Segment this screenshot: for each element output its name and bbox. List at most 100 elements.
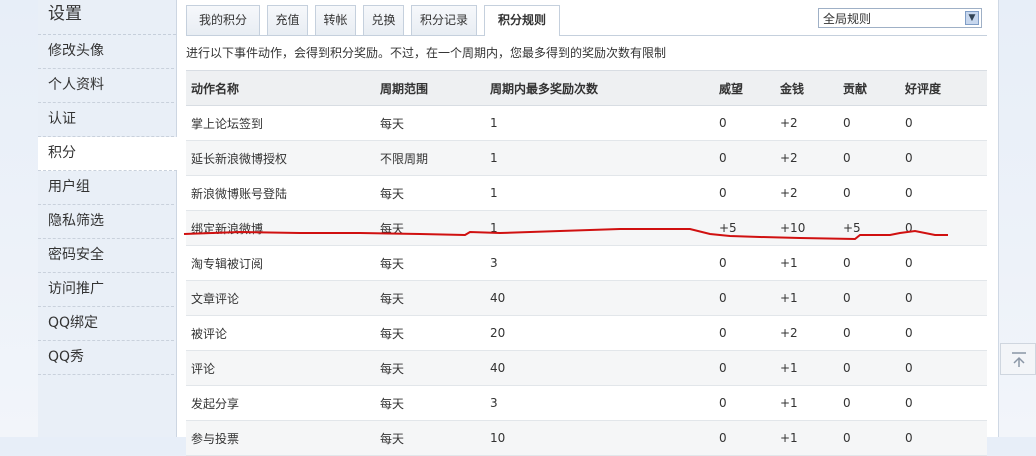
table-cell: +1 bbox=[775, 280, 838, 316]
table-cell: 文章评论 bbox=[186, 280, 375, 316]
table-cell: 0 bbox=[900, 280, 987, 316]
sidebar-item[interactable]: 用户组 bbox=[38, 171, 174, 205]
table-cell: 淘专辑被订阅 bbox=[186, 245, 375, 281]
table-cell: 0 bbox=[838, 245, 900, 281]
sidebar-item[interactable]: 认证 bbox=[38, 103, 174, 137]
table-cell: +1 bbox=[775, 350, 838, 386]
sidebar: 设置 修改头像 个人资料 认证 积分 用户组 隐私筛选 密码安全 访问推广 QQ绑定 QQ秀 bbox=[38, 0, 177, 437]
sidebar-item[interactable]: 积分 bbox=[38, 137, 177, 171]
table-cell: 0 bbox=[838, 350, 900, 386]
table-cell: 0 bbox=[714, 385, 775, 421]
table-cell: +1 bbox=[775, 420, 838, 456]
table-cell: 0 bbox=[900, 245, 987, 281]
main-panel: 我的积分 充值 转帐 兑换 积分记录 积分规则 全局规则 ▼ 进行以下事件动作，会得到积分… bbox=[186, 0, 987, 456]
back-to-top-button[interactable] bbox=[1000, 343, 1036, 375]
table-cell: 0 bbox=[900, 210, 987, 246]
table-cell: 0 bbox=[714, 350, 775, 386]
table-header-row: 动作名称 周期范围 周期内最多奖励次数 威望 金钱 贡献 好评度 bbox=[186, 70, 987, 106]
tab[interactable]: 积分记录 bbox=[411, 5, 477, 35]
sidebar-item[interactable]: QQ绑定 bbox=[38, 307, 174, 341]
table-row: 淘专辑被订阅 每天 3 0 +1 0 0 bbox=[186, 245, 987, 281]
sidebar-item[interactable]: 访问推广 bbox=[38, 273, 174, 307]
table-cell: 0 bbox=[838, 175, 900, 211]
table-cell: 40 bbox=[485, 280, 714, 316]
column-header: 威望 bbox=[714, 70, 775, 106]
table-cell: 0 bbox=[714, 175, 775, 211]
table-cell: 0 bbox=[714, 245, 775, 281]
tab[interactable]: 转帐 bbox=[315, 5, 356, 35]
table-cell: 10 bbox=[485, 420, 714, 456]
table-cell: +2 bbox=[775, 175, 838, 211]
table-cell: 每天 bbox=[375, 175, 485, 211]
table-cell: 每天 bbox=[375, 105, 485, 141]
table-row: 延长新浪微博授权 不限周期 1 0 +2 0 0 bbox=[186, 140, 987, 176]
table-cell: 每天 bbox=[375, 245, 485, 281]
table-cell: 评论 bbox=[186, 350, 375, 386]
table-cell: 0 bbox=[838, 420, 900, 456]
column-header: 金钱 bbox=[775, 70, 838, 106]
table-cell: 掌上论坛签到 bbox=[186, 105, 375, 141]
sidebar-item[interactable]: 隐私筛选 bbox=[38, 205, 174, 239]
table-cell: +2 bbox=[775, 105, 838, 141]
table-cell: 0 bbox=[900, 350, 987, 386]
sidebar-item[interactable]: 修改头像 bbox=[38, 35, 174, 69]
table-row: 被评论 每天 20 0 +2 0 0 bbox=[186, 315, 987, 351]
rule-scope-select[interactable]: 全局规则 ▼ bbox=[818, 8, 982, 28]
table-cell: 参与投票 bbox=[186, 420, 375, 456]
table-cell: 0 bbox=[900, 315, 987, 351]
table-cell: 0 bbox=[714, 280, 775, 316]
table-row: 掌上论坛签到 每天 1 0 +2 0 0 bbox=[186, 105, 987, 141]
table-cell: 0 bbox=[714, 315, 775, 351]
sidebar-item[interactable]: QQ秀 bbox=[38, 341, 174, 375]
table-cell: +2 bbox=[775, 315, 838, 351]
tab[interactable]: 积分规则 bbox=[484, 5, 560, 36]
table-cell: 0 bbox=[900, 105, 987, 141]
column-header: 贡献 bbox=[838, 70, 900, 106]
table-row: 新浪微博账号登陆 每天 1 0 +2 0 0 bbox=[186, 175, 987, 211]
table-row: 发起分享 每天 3 0 +1 0 0 bbox=[186, 385, 987, 421]
table-cell: 每天 bbox=[375, 315, 485, 351]
table-cell: 0 bbox=[838, 105, 900, 141]
column-header: 周期内最多奖励次数 bbox=[485, 70, 714, 106]
chevron-down-icon[interactable]: ▼ bbox=[965, 11, 979, 25]
table-cell: 每天 bbox=[375, 280, 485, 316]
table-cell: 发起分享 bbox=[186, 385, 375, 421]
table-cell: 每天 bbox=[375, 210, 485, 246]
sidebar-item[interactable]: 个人资料 bbox=[38, 69, 174, 103]
table-cell: 1 bbox=[485, 210, 714, 246]
table-cell: 绑定新浪微博 bbox=[186, 210, 375, 246]
table-cell: 0 bbox=[900, 175, 987, 211]
column-header: 动作名称 bbox=[186, 70, 375, 106]
table-cell: 每天 bbox=[375, 420, 485, 456]
table-cell: 0 bbox=[900, 385, 987, 421]
column-header: 好评度 bbox=[900, 70, 987, 106]
table-cell: +1 bbox=[775, 245, 838, 281]
table-row: 绑定新浪微博 每天 1 +5 +10 +5 0 bbox=[186, 210, 987, 246]
table-cell: 0 bbox=[714, 420, 775, 456]
table-cell: 3 bbox=[485, 245, 714, 281]
sidebar-item[interactable]: 密码安全 bbox=[38, 239, 174, 273]
table-cell: 每天 bbox=[375, 350, 485, 386]
table-cell: 1 bbox=[485, 140, 714, 176]
rules-description: 进行以下事件动作，会得到积分奖励。不过，在一个周期内，您最多得到的奖励次数有限制 bbox=[186, 46, 667, 60]
tab[interactable]: 充值 bbox=[267, 5, 308, 35]
table-cell: 1 bbox=[485, 105, 714, 141]
rule-scope-value: 全局规则 bbox=[823, 12, 872, 26]
table-cell: 0 bbox=[838, 280, 900, 316]
table-cell: +5 bbox=[714, 210, 775, 246]
table-cell: 不限周期 bbox=[375, 140, 485, 176]
up-arrow-icon bbox=[1012, 352, 1026, 367]
table-cell: 3 bbox=[485, 385, 714, 421]
table-cell: 0 bbox=[714, 105, 775, 141]
table-cell: 0 bbox=[900, 140, 987, 176]
table-cell: 被评论 bbox=[186, 315, 375, 351]
table-cell: 40 bbox=[485, 350, 714, 386]
table-cell: 0 bbox=[838, 315, 900, 351]
tab[interactable]: 我的积分 bbox=[186, 5, 260, 35]
table-cell: +1 bbox=[775, 385, 838, 421]
table-cell: 0 bbox=[838, 385, 900, 421]
table-cell: 延长新浪微博授权 bbox=[186, 140, 375, 176]
tab[interactable]: 兑换 bbox=[363, 5, 404, 35]
column-header: 周期范围 bbox=[375, 70, 485, 106]
table-row: 参与投票 每天 10 0 +1 0 0 bbox=[186, 420, 987, 456]
